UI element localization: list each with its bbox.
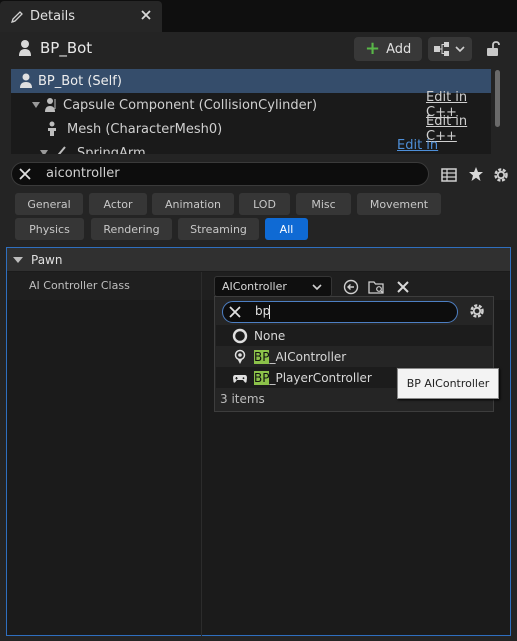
filter-streaming[interactable]: Streaming	[178, 218, 259, 240]
match-highlight: BP	[254, 370, 270, 385]
object-name: BP_Bot	[40, 39, 93, 57]
filter-misc[interactable]: Misc	[296, 193, 351, 215]
item-tooltip: BP AIController	[397, 368, 499, 399]
picker-search-input[interactable]: bp	[222, 301, 458, 323]
expand-arrow-icon[interactable]	[39, 148, 49, 154]
pawn-category-header[interactable]: Pawn	[7, 248, 510, 271]
pencil-icon	[10, 10, 23, 23]
combo-value: AIController	[222, 280, 287, 293]
item-label: None	[254, 328, 286, 343]
match-highlight: BP	[254, 349, 270, 364]
column-divider[interactable]	[201, 272, 202, 636]
add-label: Add	[386, 41, 412, 57]
tree-label: SpringArm	[77, 145, 146, 155]
blueprint-options-button[interactable]	[428, 37, 472, 61]
close-icon[interactable]	[140, 9, 152, 21]
tree-row-self[interactable]: BP_Bot (Self)	[11, 69, 491, 93]
browse-folder-icon[interactable]	[368, 279, 384, 295]
edit-in-blueprint-link[interactable]: Edit in Blueprint	[397, 138, 491, 154]
items-count: 3 items	[220, 392, 265, 406]
filter-physics[interactable]: Physics	[15, 218, 84, 240]
picker-item-none[interactable]: None	[216, 325, 492, 346]
details-tab[interactable]: Details	[0, 1, 162, 32]
plus-icon: +	[365, 38, 381, 59]
chevron-down-icon	[312, 284, 322, 291]
picker-settings-gear-icon[interactable]	[468, 302, 486, 320]
tree-label: Mesh (CharacterMesh0)	[67, 121, 223, 137]
category-title: Pawn	[31, 252, 63, 267]
item-label: _AIController	[269, 349, 347, 364]
filter-rendering[interactable]: Rendering	[91, 218, 172, 240]
add-component-button[interactable]: + Add	[354, 37, 422, 61]
property-label: AI Controller Class	[29, 279, 130, 292]
filter-lod[interactable]: LOD	[239, 193, 290, 215]
tree-label: BP_Bot (Self)	[38, 73, 122, 89]
pawn-icon	[19, 40, 31, 56]
details-search-input[interactable]: aicontroller	[11, 162, 429, 186]
use-selected-icon[interactable]	[343, 279, 359, 295]
search-value: aicontroller	[46, 166, 120, 181]
expand-arrow-icon[interactable]	[31, 100, 41, 110]
panel-bottom-edge	[6, 636, 511, 641]
clear-icon[interactable]	[396, 280, 410, 294]
lock-icon[interactable]	[485, 40, 501, 57]
tree-row-springarm[interactable]: SpringArm Edit in Blueprint	[11, 138, 491, 155]
tab-title: Details	[30, 9, 76, 24]
picker-item-bp-aicontroller[interactable]: BP _AIController	[216, 346, 492, 367]
mesh-icon	[48, 121, 56, 136]
tree-label: Capsule Component (CollisionCylinder)	[63, 97, 318, 113]
class-picker-combo[interactable]: AIController	[214, 276, 332, 297]
gear-icon[interactable]	[492, 166, 510, 184]
springarm-icon	[57, 146, 66, 154]
filter-general[interactable]: General	[15, 193, 83, 215]
tree-row-capsule[interactable]: Capsule Component (CollisionCylinder) Ed…	[11, 90, 491, 120]
aicontroller-icon	[234, 349, 246, 364]
gamepad-icon	[233, 374, 247, 383]
clear-search-icon[interactable]	[19, 168, 31, 180]
filter-actor[interactable]: Actor	[89, 193, 147, 215]
component-tree: BP_Bot (Self) Capsule Component (Collisi…	[11, 69, 491, 154]
item-label: _PlayerController	[269, 370, 372, 385]
favorites-star-icon[interactable]	[468, 166, 484, 182]
text-caret	[269, 305, 270, 319]
hierarchy-icon	[434, 42, 465, 56]
collapse-arrow-icon[interactable]	[13, 256, 23, 263]
property-matrix-icon[interactable]	[441, 167, 457, 183]
none-icon	[232, 328, 248, 343]
filter-all[interactable]: All	[265, 218, 308, 240]
filter-movement[interactable]: Movement	[357, 193, 441, 215]
picker-item-bp-playercontroller[interactable]: BP _PlayerController	[216, 367, 396, 388]
picker-search-value: bp	[255, 304, 271, 318]
tree-scrollbar[interactable]	[495, 70, 500, 127]
pawn-icon	[20, 73, 32, 88]
filter-animation[interactable]: Animation	[152, 193, 234, 215]
clear-search-icon[interactable]	[229, 306, 241, 318]
capsule-icon	[45, 98, 56, 112]
